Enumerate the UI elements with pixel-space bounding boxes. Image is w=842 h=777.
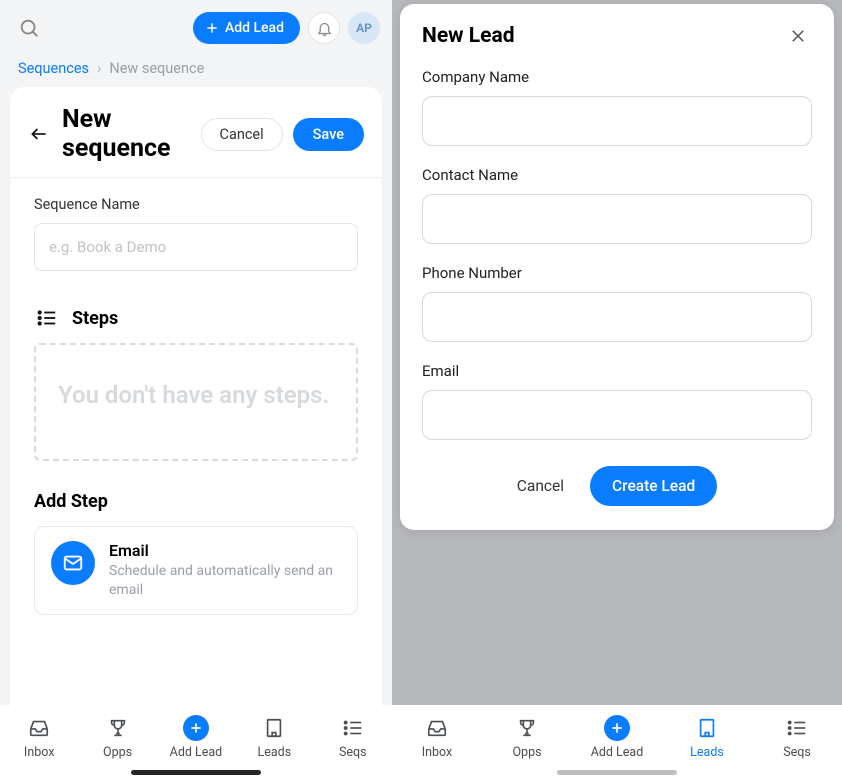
steps-icon (34, 305, 60, 331)
trophy-icon (514, 715, 540, 741)
company-name-label: Company Name (422, 68, 812, 86)
add-step-email[interactable]: Email Schedule and automatically send an… (34, 526, 358, 615)
bottom-nav-right: Inbox Opps Add Lead Leads Seqs (392, 705, 842, 777)
list-icon (340, 715, 366, 741)
modal-close-button[interactable] (784, 22, 812, 50)
inbox-icon (424, 715, 450, 741)
add-step-email-desc: Schedule and automatically send an email (109, 562, 341, 600)
close-icon (789, 27, 807, 45)
add-lead-label: Add Lead (225, 20, 284, 36)
inbox-icon (26, 715, 52, 741)
contact-name-input[interactable] (422, 194, 812, 244)
notifications-button[interactable] (308, 12, 340, 44)
building-icon (694, 715, 720, 741)
page-title: New sequence (62, 105, 191, 163)
building-icon (261, 715, 287, 741)
nav-leads[interactable]: Leads (244, 715, 304, 760)
home-indicator (131, 770, 261, 775)
modal-cancel-button[interactable]: Cancel (517, 477, 564, 495)
plus-icon (205, 21, 219, 35)
modal-title: New Lead (422, 24, 784, 48)
email-icon (51, 541, 95, 585)
company-name-input[interactable] (422, 96, 812, 146)
nav-seqs[interactable]: Seqs (323, 715, 383, 760)
nav-inbox[interactable]: Inbox (9, 715, 69, 760)
phone-number-input[interactable] (422, 292, 812, 342)
sequence-name-input[interactable] (34, 223, 358, 271)
nav-seqs[interactable]: Seqs (767, 715, 827, 760)
phone-number-label: Phone Number (422, 264, 812, 282)
empty-steps-placeholder: You don't have any steps. (34, 343, 358, 461)
nav-opps[interactable]: Opps (497, 715, 557, 760)
arrow-left-icon (29, 124, 49, 144)
sequence-name-label: Sequence Name (34, 196, 358, 213)
plus-circle-icon (604, 715, 630, 741)
nav-inbox[interactable]: Inbox (407, 715, 467, 760)
nav-leads[interactable]: Leads (677, 715, 737, 760)
chevron-right-icon: › (97, 60, 101, 77)
breadcrumb-current: New sequence (109, 60, 204, 77)
steps-heading: Steps (72, 308, 118, 329)
add-lead-button[interactable]: Add Lead (193, 12, 300, 44)
new-lead-modal: New Lead Company Name Contact Name Phone… (400, 4, 834, 530)
plus-circle-icon (183, 715, 209, 741)
add-step-email-title: Email (109, 541, 341, 560)
save-button[interactable]: Save (293, 118, 364, 151)
cancel-button[interactable]: Cancel (201, 118, 283, 151)
nav-add-lead[interactable]: Add Lead (166, 715, 226, 760)
back-button[interactable] (26, 121, 52, 147)
bell-icon (316, 20, 333, 37)
bottom-nav: Inbox Opps Add Lead Leads Seqs (0, 705, 392, 777)
breadcrumb: Sequences › New sequence (0, 48, 392, 87)
list-icon (784, 715, 810, 741)
search-icon[interactable] (16, 15, 42, 41)
email-label: Email (422, 362, 812, 380)
home-indicator (557, 770, 677, 775)
contact-name-label: Contact Name (422, 166, 812, 184)
avatar[interactable]: AP (348, 12, 380, 44)
trophy-icon (105, 715, 131, 741)
create-lead-button[interactable]: Create Lead (590, 466, 717, 506)
nav-add-lead[interactable]: Add Lead (587, 715, 647, 760)
breadcrumb-root[interactable]: Sequences (18, 60, 89, 77)
nav-opps[interactable]: Opps (88, 715, 148, 760)
email-input[interactable] (422, 390, 812, 440)
add-step-heading: Add Step (34, 491, 358, 512)
empty-steps-text: You don't have any steps. (58, 377, 334, 413)
